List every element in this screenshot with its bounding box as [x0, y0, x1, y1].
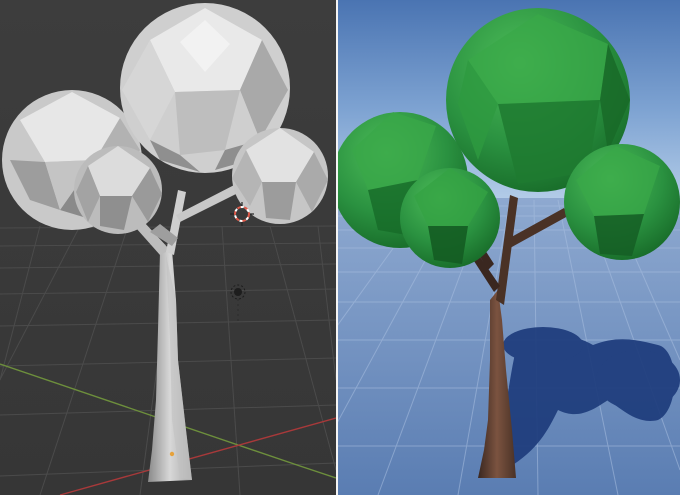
- screenshot-frame: [0, 0, 680, 495]
- canopy-textured-right: [564, 144, 680, 260]
- viewport-canvas[interactable]: [0, 0, 336, 495]
- canopy-sphere-small[interactable]: [74, 146, 162, 234]
- object-origin-icon: [169, 451, 175, 457]
- canopy-textured-small: [400, 168, 500, 268]
- blender-viewport-panel[interactable]: [0, 0, 336, 495]
- textured-render-panel: [338, 0, 680, 495]
- render-canvas: [338, 0, 680, 495]
